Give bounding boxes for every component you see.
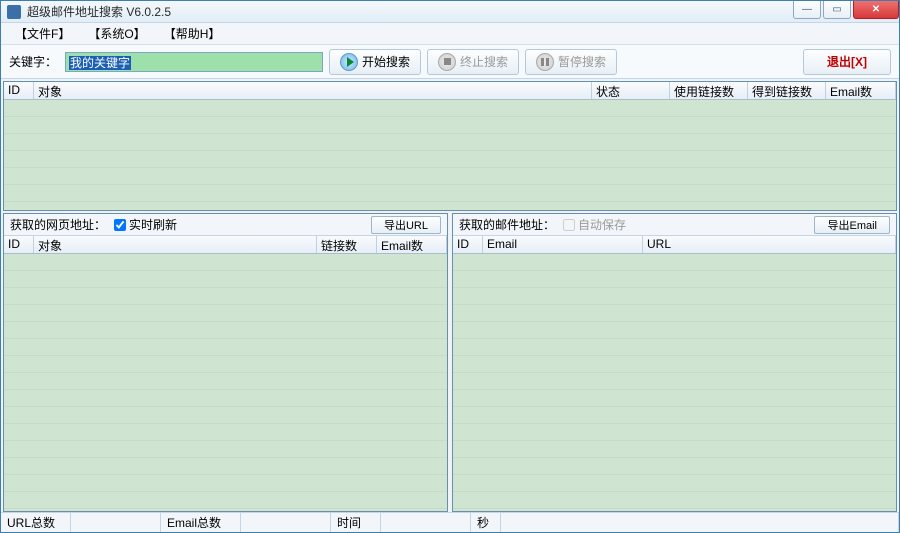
autosave-checkbox: 自动保存 [563,216,626,233]
title-bar: 超级邮件地址搜索 V6.0.2.5 — ▭ ✕ [1,1,899,23]
stop-search-button[interactable]: 终止搜索 [427,49,519,75]
col-target[interactable]: 对象 [34,82,592,99]
menu-system[interactable]: 【系统O】 [88,25,145,42]
menu-bar: 【文件F】 【系统O】 【帮助H】 [1,23,899,45]
col-status[interactable]: 状态 [592,82,670,99]
email-panel-title: 获取的邮件地址： [459,216,555,233]
keyword-input[interactable]: 我的关键字 [65,52,323,72]
col-emails[interactable]: Email数 [826,82,896,99]
start-search-label: 开始搜索 [362,53,410,70]
email-panel: 获取的邮件地址： 自动保存 导出Email ID Email URL [452,213,897,512]
maximize-button[interactable]: ▭ [823,1,851,19]
status-time-label: 时间 [331,513,381,532]
email-grid-header: ID Email URL [453,236,896,254]
col-id[interactable]: ID [4,82,34,99]
url-col-links[interactable]: 链接数 [317,236,377,253]
status-url-total-value [71,513,161,532]
pause-search-button[interactable]: 暂停搜索 [525,49,617,75]
status-bar: URL总数 Email总数 时间 秒 [1,512,899,532]
url-panel-header: 获取的网页地址： 实时刷新 导出URL [4,214,447,236]
app-icon [7,5,21,19]
realtime-refresh-input[interactable] [114,219,126,231]
status-spacer [501,513,899,532]
email-col-url[interactable]: URL [643,236,896,253]
pause-search-label: 暂停搜索 [558,53,606,70]
toolbar: 关键字： 我的关键字 开始搜索 终止搜索 暂停搜索 退出[X] [1,45,899,79]
email-col-id[interactable]: ID [453,236,483,253]
window-title: 超级邮件地址搜索 V6.0.2.5 [27,3,791,20]
window-controls: — ▭ ✕ [791,1,899,22]
app-window: 超级邮件地址搜索 V6.0.2.5 — ▭ ✕ 【文件F】 【系统O】 【帮助H… [0,0,900,533]
url-panel-title: 获取的网页地址： [10,216,106,233]
play-icon [340,53,358,71]
menu-file[interactable]: 【文件F】 [15,25,70,42]
col-got-links[interactable]: 得到链接数 [748,82,826,99]
keyword-value: 我的关键字 [69,56,131,70]
status-time-value [381,513,471,532]
email-grid-body[interactable] [453,254,896,511]
export-email-button[interactable]: 导出Email [814,216,890,234]
pause-icon [536,53,554,71]
menu-help[interactable]: 【帮助H】 [164,25,221,42]
search-results-grid[interactable]: ID 对象 状态 使用链接数 得到链接数 Email数 [3,81,897,211]
email-col-email[interactable]: Email [483,236,643,253]
status-email-total-value [241,513,331,532]
stop-search-label: 终止搜索 [460,53,508,70]
autosave-input [563,219,575,231]
grid-header: ID 对象 状态 使用链接数 得到链接数 Email数 [4,82,896,100]
status-url-total-label: URL总数 [1,513,71,532]
minimize-button[interactable]: — [793,1,821,19]
url-grid-body[interactable] [4,254,447,511]
close-button[interactable]: ✕ [853,1,899,19]
status-email-total-label: Email总数 [161,513,241,532]
grid-body[interactable] [4,100,896,210]
start-search-button[interactable]: 开始搜索 [329,49,421,75]
email-panel-header: 获取的邮件地址： 自动保存 导出Email [453,214,896,236]
url-col-id[interactable]: ID [4,236,34,253]
keyword-label: 关键字： [9,53,57,70]
stop-icon [438,53,456,71]
url-grid-header: ID 对象 链接数 Email数 [4,236,447,254]
url-panel: 获取的网页地址： 实时刷新 导出URL ID 对象 链接数 Email数 [3,213,448,512]
url-col-target[interactable]: 对象 [34,236,317,253]
exit-button[interactable]: 退出[X] [803,49,891,75]
export-url-button[interactable]: 导出URL [371,216,441,234]
col-used-links[interactable]: 使用链接数 [670,82,748,99]
status-seconds-label: 秒 [471,513,501,532]
url-col-emails[interactable]: Email数 [377,236,447,253]
realtime-refresh-checkbox[interactable]: 实时刷新 [114,216,177,233]
